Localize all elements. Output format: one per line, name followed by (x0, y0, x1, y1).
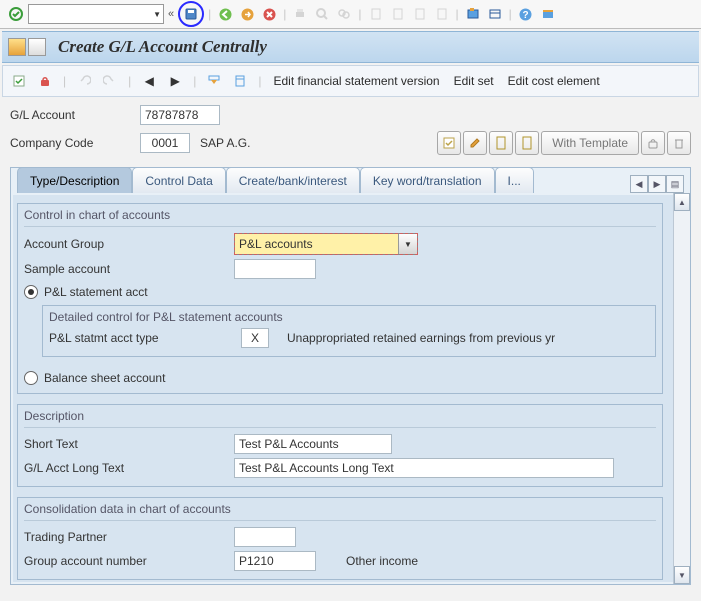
tab-type-description[interactable]: Type/Description (17, 167, 132, 193)
generate-shortcut-icon[interactable] (485, 4, 505, 24)
company-code-label: Company Code (10, 136, 140, 150)
tab-keyword-translation[interactable]: Key word/translation (360, 167, 495, 193)
long-text-label: G/L Acct Long Text (24, 461, 234, 475)
find-next-icon[interactable] (334, 4, 354, 24)
balance-sheet-radio[interactable] (24, 371, 38, 385)
last-page-icon[interactable] (432, 4, 452, 24)
settings-icon[interactable] (230, 71, 250, 91)
detail-title: Detailed control for P&L statement accou… (49, 310, 649, 326)
check-button[interactable] (437, 131, 461, 155)
trading-partner-input[interactable] (234, 527, 296, 547)
pl-type-input[interactable]: X (241, 328, 269, 348)
group-control-chart: Control in chart of accounts Account Gro… (17, 203, 663, 394)
edit-button[interactable] (463, 131, 487, 155)
context-icon (28, 38, 46, 56)
chevron-down-icon[interactable]: ▼ (398, 234, 417, 254)
gl-account-input[interactable]: 78787878 (140, 105, 220, 125)
prev-icon[interactable]: ◀ (139, 71, 159, 91)
account-group-label: Account Group (24, 237, 234, 251)
save-icon[interactable] (178, 1, 204, 27)
tab-control-data[interactable]: Control Data (132, 167, 225, 193)
consolidation-title: Consolidation data in chart of accounts (24, 502, 656, 521)
sample-account-label: Sample account (24, 262, 234, 276)
prev-page-icon[interactable] (388, 4, 408, 24)
system-toolbar: ▼ « | | | | | ? (0, 0, 701, 29)
header-buttons: With Template (437, 131, 691, 155)
tab-content-area: Control in chart of accounts Account Gro… (13, 195, 673, 582)
group-control-title: Control in chart of accounts (24, 208, 656, 227)
short-text-input[interactable]: Test P&L Accounts (234, 434, 392, 454)
enter-icon[interactable] (6, 4, 26, 24)
back-icon[interactable] (215, 4, 235, 24)
vertical-scrollbar[interactable]: ▲ ▼ (673, 193, 690, 584)
app-toolbar: | | ◀ ▶ | | Edit financial statement ver… (2, 65, 699, 97)
next-icon[interactable]: ▶ (165, 71, 185, 91)
link-edit-cost-element[interactable]: Edit cost element (504, 72, 604, 90)
next-page-icon[interactable] (410, 4, 430, 24)
filter-icon[interactable] (204, 71, 224, 91)
tab-scroll-right-icon[interactable]: ▶ (648, 175, 666, 193)
svg-text:?: ? (523, 10, 529, 21)
group-description: Description Short Text Test P&L Accounts… (17, 404, 663, 487)
print-icon[interactable] (290, 4, 310, 24)
lock-button[interactable] (641, 131, 665, 155)
with-template-button[interactable]: With Template (541, 131, 639, 155)
app-icon (8, 38, 26, 56)
help-icon[interactable]: ? (516, 4, 536, 24)
company-code-input[interactable]: 0001 (140, 133, 190, 153)
tab-create-bank-interest[interactable]: Create/bank/interest (226, 167, 360, 193)
group-detail-pl: Detailed control for P&L statement accou… (42, 305, 656, 357)
doc1-button[interactable] (489, 131, 513, 155)
pl-statement-label: P&L statement acct (44, 285, 148, 299)
tab-list-icon[interactable]: ▤ (666, 175, 684, 193)
title-bar: Create G/L Account Centrally (2, 31, 699, 63)
link-edit-set[interactable]: Edit set (450, 72, 498, 90)
page-title: Create G/L Account Centrally (58, 37, 267, 57)
tab-scroll-left-icon[interactable]: ◀ (630, 175, 648, 193)
link-edit-fsv[interactable]: Edit financial statement version (270, 72, 444, 90)
redo-icon[interactable] (100, 71, 120, 91)
pl-statement-radio[interactable] (24, 285, 38, 299)
company-code-desc: SAP A.G. (200, 136, 250, 150)
find-icon[interactable] (312, 4, 332, 24)
lock-icon[interactable] (35, 71, 55, 91)
tab-panel: Type/Description Control Data Create/ban… (10, 167, 691, 585)
header-fields: G/L Account 78787878 Company Code 0001 S… (0, 97, 701, 159)
sample-account-input[interactable] (234, 259, 316, 279)
group-account-label: Group account number (24, 554, 234, 568)
group-consolidation: Consolidation data in chart of accounts … (17, 497, 663, 580)
account-group-dropdown[interactable]: P&L accounts ▼ (234, 233, 418, 255)
trading-partner-label: Trading Partner (24, 530, 234, 544)
tab-strip: Type/Description Control Data Create/ban… (11, 167, 690, 193)
first-page-icon[interactable] (366, 4, 386, 24)
scroll-down-icon[interactable]: ▼ (674, 566, 690, 584)
group-account-desc: Other income (346, 554, 418, 568)
layout-icon[interactable] (538, 4, 558, 24)
short-text-label: Short Text (24, 437, 234, 451)
gl-account-label: G/L Account (10, 108, 140, 122)
long-text-input[interactable]: Test P&L Accounts Long Text (234, 458, 614, 478)
tab-overflow[interactable]: I... (495, 167, 534, 193)
pl-type-label: P&L statmt acct type (49, 331, 241, 345)
group-account-input[interactable]: P1210 (234, 551, 316, 571)
balance-sheet-label: Balance sheet account (44, 371, 165, 385)
display-icon[interactable] (9, 71, 29, 91)
undo-icon[interactable] (74, 71, 94, 91)
command-field[interactable]: ▼ (28, 4, 164, 24)
cancel-icon[interactable] (259, 4, 279, 24)
delete-button[interactable] (667, 131, 691, 155)
pl-type-desc: Unappropriated retained earnings from pr… (287, 331, 555, 345)
doc2-button[interactable] (515, 131, 539, 155)
scroll-up-icon[interactable]: ▲ (674, 193, 690, 211)
description-title: Description (24, 409, 656, 428)
exit-icon[interactable] (237, 4, 257, 24)
new-session-icon[interactable] (463, 4, 483, 24)
